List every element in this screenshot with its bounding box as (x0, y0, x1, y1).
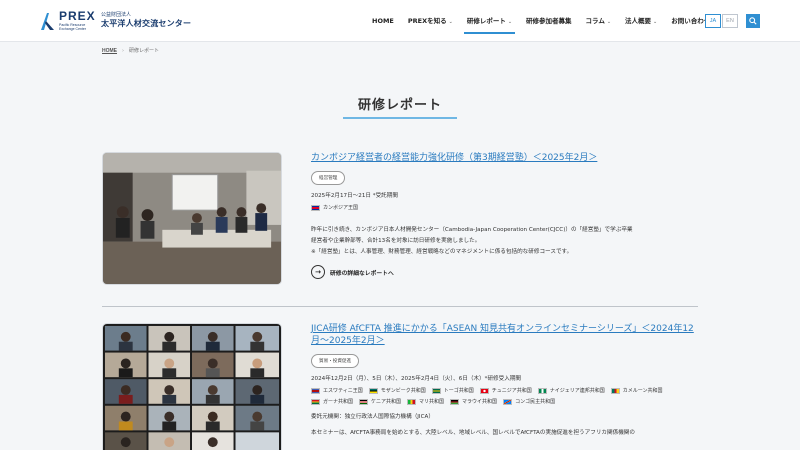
nigeria-flag-icon (537, 387, 547, 394)
report-detail-link[interactable]: → 研修の詳細なレポートへ (311, 265, 698, 279)
page-title: 研修レポート (357, 98, 442, 113)
report-thumbnail[interactable] (102, 152, 282, 285)
country-item: カメルーン共和国 (610, 387, 663, 394)
country-item: コンゴ民主共和国 (503, 398, 555, 405)
logo-jp-small: 公益財団法人 (101, 12, 132, 18)
country-item: チュニジア共和国 (479, 387, 532, 394)
description-line: 経営者や企業幹部等、合計13名を対象に訪日研修を実施しました。 (311, 238, 481, 244)
country-name: コンゴ民主共和国 (515, 399, 556, 405)
country-name: マラウイ共和国 (462, 399, 498, 405)
report-description: 本セミナーは、AfCFTA事務局を始めとする、大陸レベル、地域レベル、国レベルで… (311, 428, 698, 439)
tunisia-flag-icon (479, 387, 489, 394)
breadcrumb: HOME › 研修レポート (102, 47, 160, 55)
country-item: モザンビーク共和国 (368, 387, 426, 394)
site-logo[interactable]: PREX Pacific Resource Exchange Center 公益… (38, 10, 191, 31)
description-line: 本セミナーは、AfCFTA事務局を始めとする、大陸レベル、地域レベル、国レベルで… (311, 430, 635, 436)
mali-flag-icon (407, 398, 417, 405)
logo-subtext: Pacific Resource Exchange Center (59, 23, 87, 31)
country-item: ケニア共和国 (359, 398, 401, 405)
logo-text: PREX (59, 9, 96, 23)
country-name: ケニア共和国 (371, 399, 402, 405)
report-description: 昨年に引き続き、カンボジア日本人材開発センター（Cambodia-Japan C… (311, 225, 698, 258)
malawi-flag-icon (450, 398, 460, 405)
country-name: カメルーン共和国 (622, 388, 663, 394)
country-item: エスワティニ王国 (311, 387, 363, 394)
nav-item-about[interactable]: PREXを知る ⌄ (408, 0, 453, 42)
country-name: トーゴ共和国 (443, 388, 474, 394)
report-tag[interactable]: 貿易・投資促進 (311, 354, 360, 368)
country-item: トーゴ共和国 (431, 387, 474, 394)
country-name: カンボジア王国 (323, 205, 359, 211)
country-item: カンボジア王国 (311, 204, 358, 211)
country-name: モザンビーク共和国 (380, 388, 426, 394)
report-period: 2025年2月17日〜21日 *受託期間 (311, 193, 398, 199)
nav-label: 研修レポート (466, 17, 506, 25)
nav-item-home[interactable]: HOME (372, 0, 394, 42)
description-line: ※「経営塾」とは、人事管理、財務管理、経営戦略などのマネジメントに係る包括的な研… (311, 249, 573, 255)
report-period: 2024年12月2日（月）、5日（木）、2025年2月4日（火）、6日（木）*研… (311, 376, 522, 382)
country-name: チュニジア共和国 (491, 388, 532, 394)
nav-label: コラム (585, 17, 605, 25)
nav-item-recruitment[interactable]: 研修参加者募集 (526, 0, 572, 42)
search-button[interactable] (746, 14, 760, 28)
country-list: エスワティニ王国 モザンビーク共和国 トーゴ共和国 チュニジア共和国 ナイジェリ… (311, 387, 671, 409)
breadcrumb-separator-icon: › (122, 47, 124, 54)
report-title-link[interactable]: カンボジア経営者の経営能力強化研修（第3期経営塾）＜2025年2月＞ (311, 152, 698, 164)
report-client: 委託元機関：独立行政法人国際協力機構（JICA） (311, 414, 434, 420)
nav-item-corporate[interactable]: 法人概要 ⌄ (625, 0, 657, 42)
country-item: ガーナ共和国 (311, 398, 353, 405)
cambodia-flag-icon (311, 204, 320, 211)
report-tag[interactable]: 経営管理 (311, 171, 346, 185)
chevron-down-icon: ⌄ (653, 19, 658, 25)
drc-flag-icon (503, 398, 513, 405)
lang-en-button[interactable]: EN (722, 14, 738, 28)
nav-label: PREXを知る (407, 17, 447, 25)
chevron-down-icon: ⌄ (448, 19, 453, 25)
country-item: マラウイ共和国 (450, 398, 497, 405)
nav-item-reports[interactable]: 研修レポート ⌄ (463, 0, 516, 42)
mozambique-flag-icon (368, 387, 378, 394)
report-thumbnail[interactable] (102, 323, 282, 450)
chevron-down-icon: ⌄ (606, 19, 612, 25)
description-line: 昨年に引き続き、カンボジア日本人材開発センター（Cambodia-Japan C… (311, 227, 633, 233)
country-name: エスワティニ王国 (323, 388, 363, 394)
nav-item-column[interactable]: コラム ⌄ (586, 0, 612, 42)
title-underline (343, 117, 457, 119)
cameroon-flag-icon (610, 387, 620, 394)
nav-label: 研修参加者募集 (526, 17, 572, 25)
nav-label: HOME (372, 17, 394, 25)
country-item: マリ共和国 (407, 398, 444, 405)
togo-flag-icon (431, 387, 441, 394)
country-list: カンボジア王国 (311, 204, 698, 215)
arrow-right-icon: → (311, 265, 325, 279)
logo-jp-name: 太平洋人材交流センター (101, 19, 192, 28)
country-name: マリ共和国 (419, 399, 445, 405)
prex-logo-icon (38, 11, 56, 31)
report-title-link[interactable]: JICA研修 AfCFTA 推進にかかる「ASEAN 知見共有オンラインセミナー… (311, 323, 698, 347)
chevron-down-icon: ⌄ (507, 19, 513, 25)
country-name: ナイジェリア連邦共和国 (549, 388, 605, 394)
breadcrumb-current: 研修レポート (129, 48, 160, 54)
report-divider (102, 306, 698, 307)
country-name: ガーナ共和国 (323, 399, 354, 405)
main-nav: HOME PREXを知る ⌄ 研修レポート ⌄ 研修参加者募集 コラム ⌄ 法人概要 ⌄… (372, 0, 724, 42)
eswatini-flag-icon (311, 387, 320, 394)
kenya-flag-icon (359, 398, 369, 405)
nav-label: 法人概要 (625, 17, 652, 25)
search-icon (749, 17, 757, 25)
lang-ja-button[interactable]: JA (705, 14, 721, 28)
country-item: ナイジェリア連邦共和国 (537, 387, 605, 394)
report-detail-label: 研修の詳細なレポートへ (330, 270, 394, 277)
site-header: PREX Pacific Resource Exchange Center 公益… (0, 0, 800, 42)
ghana-flag-icon (311, 398, 320, 405)
breadcrumb-home-link[interactable]: HOME (102, 48, 117, 54)
